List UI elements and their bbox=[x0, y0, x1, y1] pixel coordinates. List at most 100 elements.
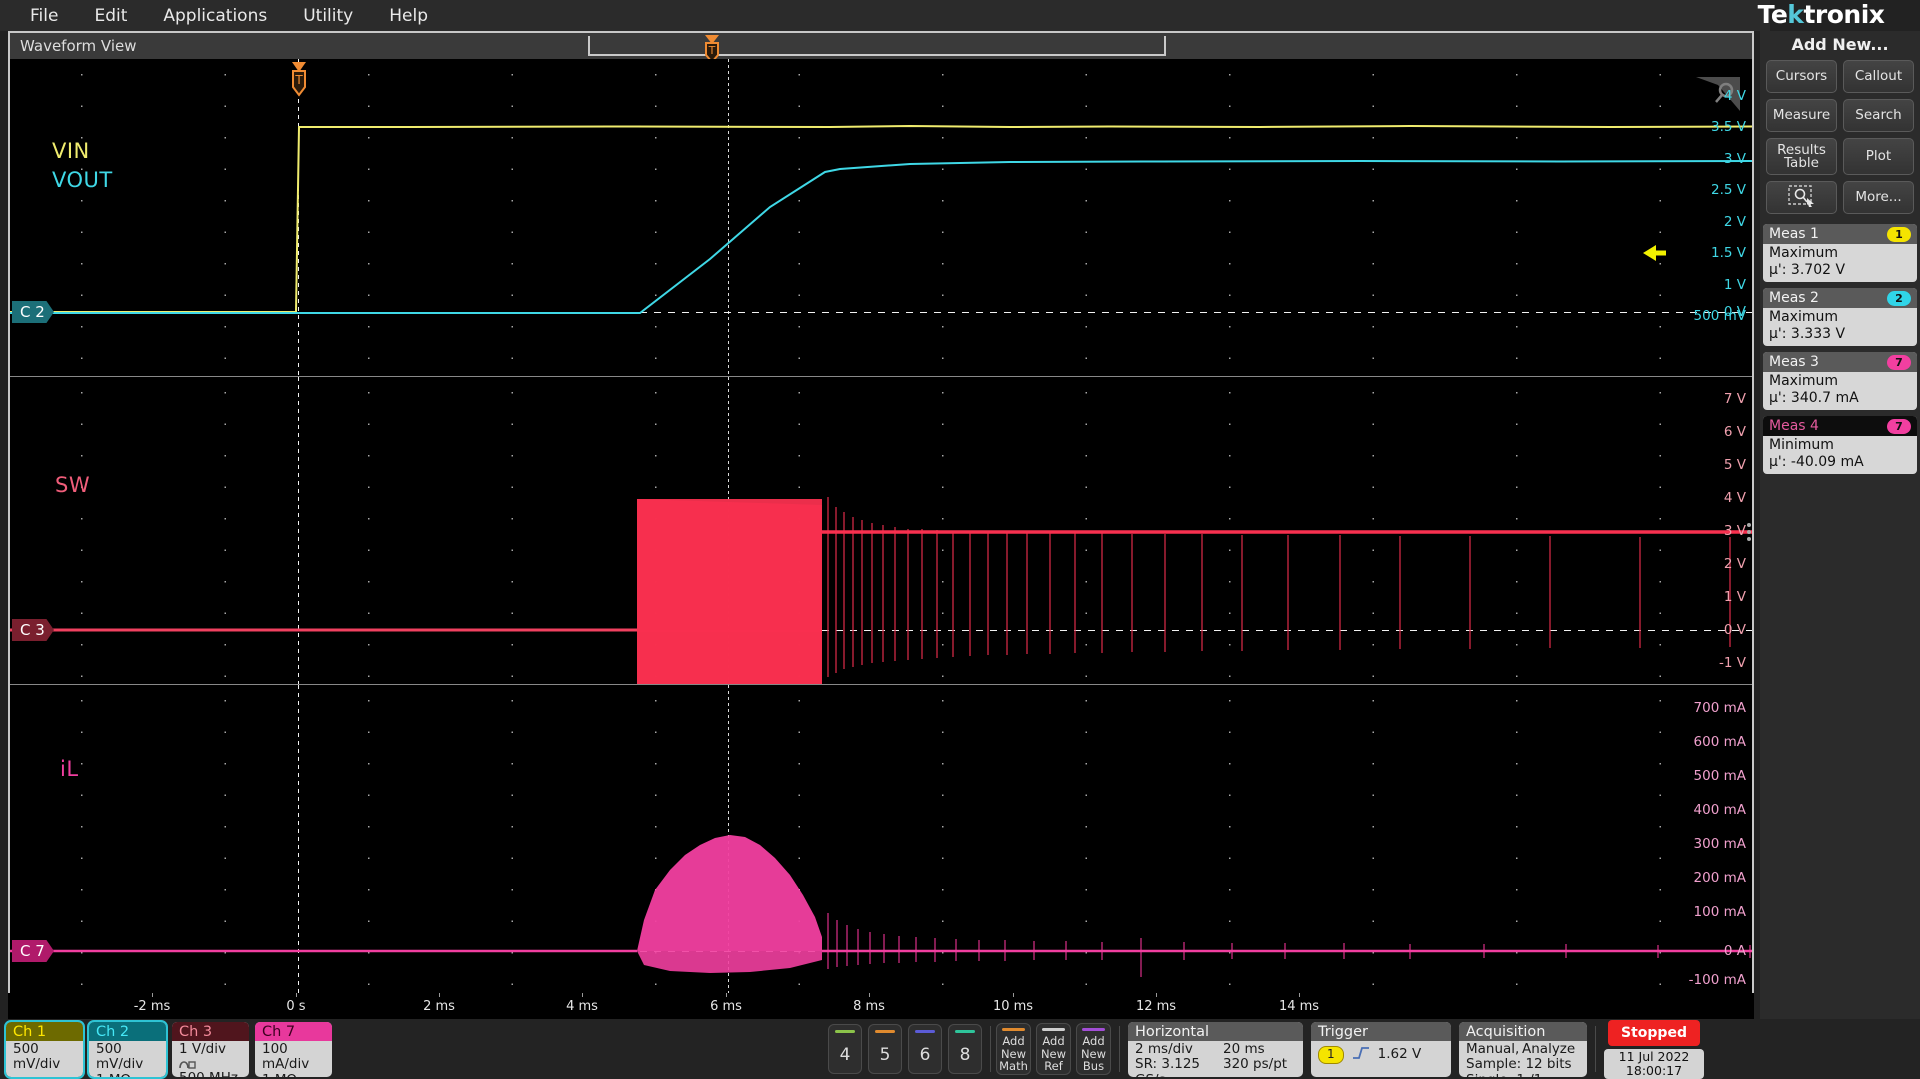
time-tick-label: 2 ms bbox=[423, 999, 455, 1014]
menu-item-edit[interactable]: Edit bbox=[76, 3, 145, 29]
traces-plot3 bbox=[10, 835, 1752, 977]
settings-bar: Ch 1 500 mV/div 20 MHz BW Ch 2 500 mV/di… bbox=[0, 1019, 1920, 1079]
measurement-value: µ': 3.702 V bbox=[1769, 262, 1846, 278]
dc-coupling-icon bbox=[13, 1073, 76, 1077]
waveform-handle-dots[interactable] bbox=[1747, 523, 1751, 541]
plot-switch-node-sw[interactable]: 电源网 电子星球 bbox=[10, 377, 1752, 685]
measurement-body: Maximum µ': 3.333 V bbox=[1763, 308, 1917, 346]
add-new-bus-button[interactable]: Add New Bus bbox=[1076, 1023, 1111, 1075]
measurement-title: Meas 2 bbox=[1769, 290, 1819, 306]
channel-button-label: 4 bbox=[839, 1045, 851, 1065]
plot-inductor-current-il[interactable]: iL C 7 700 mA 600 mA 500 mA 400 mA 300 m… bbox=[10, 685, 1752, 994]
channel-button-label: 8 bbox=[959, 1045, 971, 1065]
measurement-type: Maximum bbox=[1769, 373, 1838, 389]
clock-display: 11 Jul 2022 18:00:17 bbox=[1604, 1048, 1704, 1079]
channel-color-bar bbox=[835, 1030, 855, 1033]
measurement-body: Minimum µ': -40.09 mA bbox=[1763, 436, 1917, 474]
channel-button-6[interactable]: 6 bbox=[908, 1024, 942, 1074]
measurement-value: µ': -40.09 mA bbox=[1769, 454, 1864, 470]
add-new-title: Add New... bbox=[1791, 35, 1889, 54]
callout-button[interactable]: Callout bbox=[1843, 60, 1914, 93]
time-tick-label: 8 ms bbox=[853, 999, 885, 1014]
ref-color-bar bbox=[1042, 1028, 1065, 1031]
cursors-button[interactable]: Cursors bbox=[1766, 60, 1837, 93]
channel-marker-c2[interactable]: C 2 bbox=[12, 301, 54, 323]
tektronix-logo: Tektronix bbox=[1730, 0, 1912, 30]
channel-badge-ch3[interactable]: Ch 3 1 V/div 500 MHz bbox=[172, 1021, 249, 1077]
plot-button[interactable]: Plot bbox=[1843, 138, 1914, 175]
bandwidth: 500 MHz bbox=[179, 1070, 242, 1076]
measurement-title: Meas 4 bbox=[1769, 418, 1819, 434]
acq-single: Single: 1 /1 bbox=[1466, 1072, 1580, 1077]
channel-marker-c3[interactable]: C 3 bbox=[12, 619, 54, 641]
add-new-ref-button[interactable]: Add New Ref bbox=[1036, 1023, 1071, 1075]
measurement-value: µ': 3.333 V bbox=[1769, 326, 1846, 342]
overview-scroll-bar[interactable] bbox=[588, 36, 1166, 56]
channel-badge-ch2[interactable]: Ch 2 500 mV/div 1 MΩ 20 MHz BW bbox=[87, 1019, 168, 1079]
run-state-button[interactable]: Stopped bbox=[1608, 1019, 1700, 1046]
menu-item-help[interactable]: Help bbox=[371, 3, 446, 29]
trigger-title: Trigger bbox=[1311, 1021, 1451, 1041]
channel-badge-title: Ch 7 bbox=[255, 1021, 332, 1041]
channel-button-5[interactable]: 5 bbox=[868, 1024, 902, 1074]
measurement-title: Meas 1 bbox=[1769, 226, 1819, 242]
trigger-badge[interactable]: Trigger 1 1.62 V bbox=[1311, 1021, 1451, 1077]
vertical-scale: 1 V/div bbox=[179, 1040, 226, 1057]
channel-color-bar bbox=[915, 1030, 935, 1033]
acq-mode2: Analyze bbox=[1522, 1040, 1576, 1057]
channel-button-8[interactable]: 8 bbox=[948, 1024, 982, 1074]
plot-stack: T VIN VOUT C 2 4 V 3.5 V 3 V 2.5 V 2 V 1… bbox=[10, 59, 1752, 994]
zoom-area-button[interactable] bbox=[1766, 181, 1837, 214]
measurement-badge-1[interactable]: Meas 1 1 Maximum µ': 3.702 V bbox=[1763, 224, 1917, 282]
menu-item-applications[interactable]: Applications bbox=[145, 3, 285, 29]
channel-button-4[interactable]: 4 bbox=[828, 1024, 862, 1074]
acquisition-badge[interactable]: Acquisition Manual, Analyze Sample: 12 bi… bbox=[1459, 1021, 1587, 1077]
channel-badge-body: 1 V/div 500 MHz bbox=[172, 1041, 249, 1077]
vertical-scale: 500 mV/div bbox=[96, 1040, 144, 1072]
measurement-badge-3[interactable]: Meas 3 7 Maximum µ': 340.7 mA bbox=[1763, 352, 1917, 410]
search-button[interactable]: Search bbox=[1843, 99, 1914, 132]
menu-item-utility[interactable]: Utility bbox=[285, 3, 371, 29]
channel-badge-body: 100 mA/div 1 MΩ 50 MHz BW bbox=[255, 1041, 332, 1077]
add-new-math-button[interactable]: Add New Math bbox=[996, 1023, 1031, 1075]
trigger-body: 1 1.62 V bbox=[1311, 1041, 1451, 1067]
time-tick-label: -2 ms bbox=[133, 999, 171, 1014]
more-button[interactable]: More... bbox=[1843, 181, 1914, 214]
dc-coupling-icon bbox=[179, 1057, 242, 1071]
channel-badge-title: Ch 1 bbox=[6, 1021, 83, 1041]
channel-badge-body: 500 mV/div 20 MHz BW bbox=[6, 1041, 83, 1077]
results-table-button[interactable]: Results Table bbox=[1766, 138, 1837, 175]
add-new-math-label: Add New Math bbox=[999, 1034, 1028, 1073]
rising-edge-icon bbox=[1352, 1046, 1370, 1065]
menu-item-file[interactable]: File bbox=[12, 3, 76, 29]
plot-voltage-vin-vout[interactable]: T VIN VOUT C 2 4 V 3.5 V 3 V 2.5 V 2 V 1… bbox=[10, 59, 1752, 377]
horizontal-badge[interactable]: Horizontal 2 ms/div 20 ms SR: 3.125 GS/s 3… bbox=[1128, 1021, 1303, 1077]
vertical-scale: 500 mV/div bbox=[13, 1040, 61, 1072]
logo-suffix: tronix bbox=[1803, 0, 1885, 29]
channel-badge-ch1[interactable]: Ch 1 500 mV/div 20 MHz BW bbox=[4, 1019, 85, 1079]
measurement-header: Meas 1 1 bbox=[1763, 224, 1917, 244]
measurement-badge-2[interactable]: Meas 2 2 Maximum µ': 3.333 V bbox=[1763, 288, 1917, 346]
channel-button-label: 6 bbox=[919, 1045, 931, 1065]
measurement-badge-4[interactable]: Meas 4 7 Minimum µ': -40.09 mA bbox=[1763, 416, 1917, 474]
time-axis: -2 ms 0 s 2 ms 4 ms 6 ms 8 ms 10 ms 12 m… bbox=[8, 993, 1754, 1019]
measurement-source-chip: 7 bbox=[1887, 354, 1911, 370]
waveform-view-window: Waveform View T T VIN VOUT C 2 4 V 3.5 V… bbox=[8, 31, 1754, 994]
horizontal-total: 20 ms bbox=[1223, 1040, 1265, 1057]
acq-mode: Manual, bbox=[1466, 1040, 1520, 1057]
math-color-bar bbox=[1002, 1028, 1025, 1031]
logo-prefix: Te bbox=[1757, 0, 1788, 29]
clock-date: 11 Jul 2022 bbox=[1618, 1048, 1690, 1064]
measure-button[interactable]: Measure bbox=[1766, 99, 1837, 132]
trigger-marker-overview[interactable]: T bbox=[702, 34, 722, 64]
channel-badge-ch7[interactable]: Ch 7 100 mA/div 1 MΩ 50 MHz BW bbox=[255, 1021, 332, 1077]
impedance: 1 MΩ bbox=[262, 1072, 325, 1077]
acq-sample: Sample: 12 bits bbox=[1466, 1056, 1572, 1072]
acquisition-body: Manual,Analyze Sample: 12 bits Single: 1… bbox=[1459, 1041, 1587, 1077]
measurement-source-chip: 7 bbox=[1887, 418, 1911, 434]
channel-marker-c7[interactable]: C 7 bbox=[12, 940, 54, 962]
measurement-source-chip: 2 bbox=[1887, 290, 1911, 306]
svg-text:T: T bbox=[708, 44, 716, 57]
horizontal-body: 2 ms/div20 ms SR: 3.125 GS/s320 ps/pt RL… bbox=[1128, 1041, 1303, 1077]
measurement-header: Meas 3 7 bbox=[1763, 352, 1917, 372]
